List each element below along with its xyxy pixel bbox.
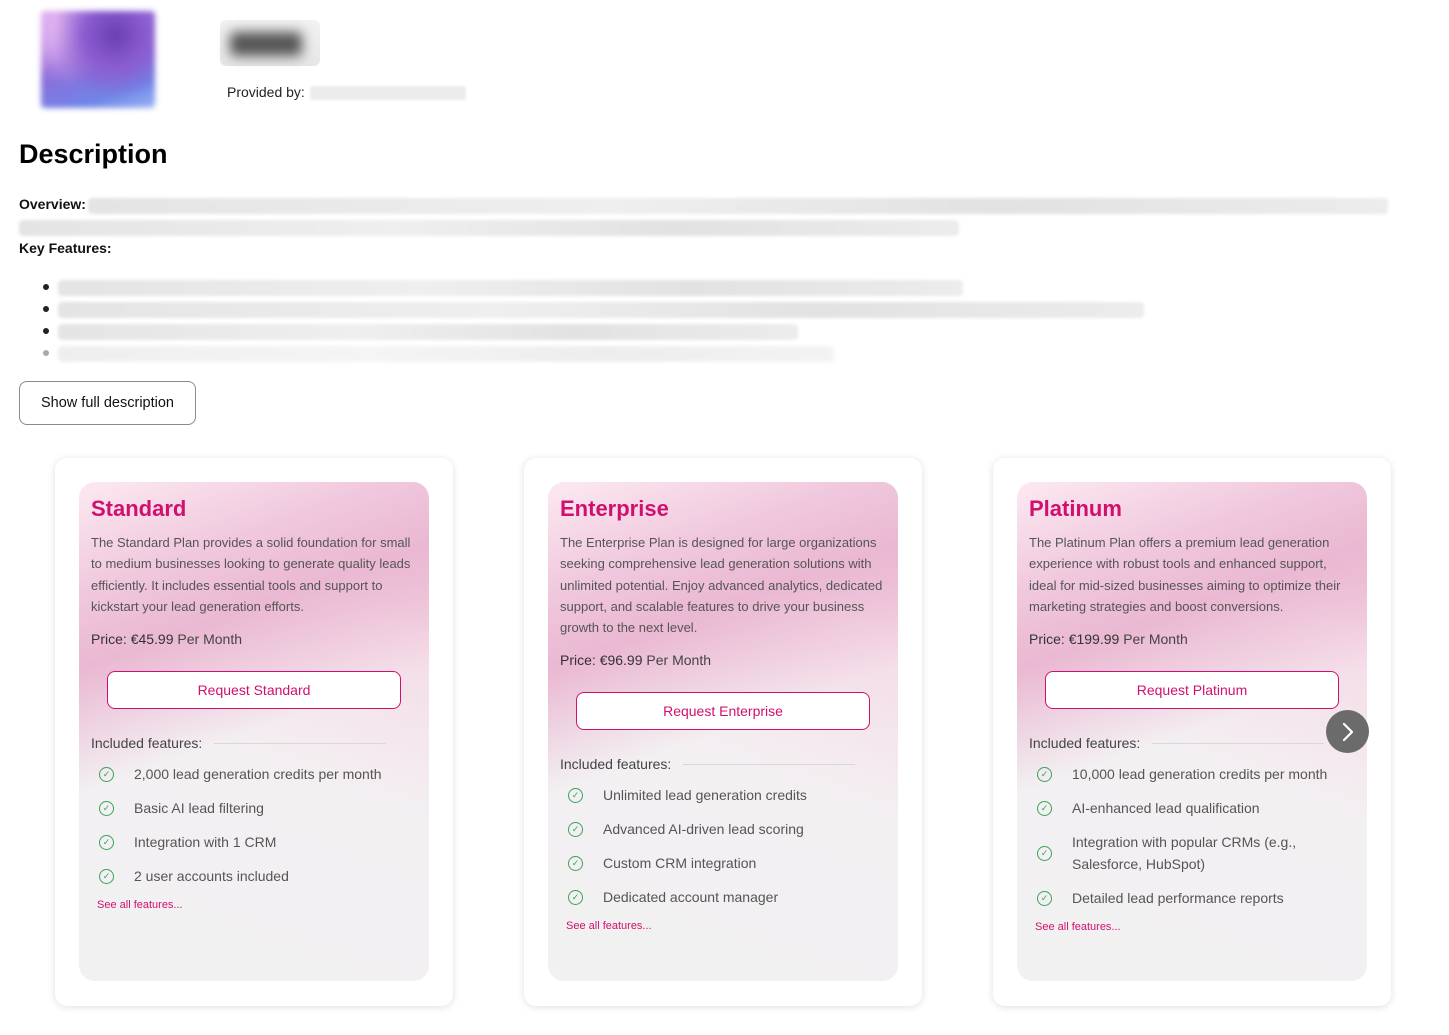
included-features-header: Included features: [1029, 735, 1355, 751]
plan-description: The Platinum Plan offers a premium lead … [1029, 535, 1341, 614]
key-feature-redacted [58, 346, 834, 362]
feature-item: ✓ 2,000 lead generation credits per month [91, 763, 417, 785]
feature-item: ✓ Basic AI lead filtering [91, 797, 417, 819]
plan-price: Price: €199.99 Per Month [1029, 631, 1355, 647]
key-feature-redacted [58, 302, 1144, 318]
feature-text: 10,000 lead generation credits per month [1072, 766, 1328, 783]
feature-text: Advanced AI-driven lead scoring [603, 821, 804, 838]
price-period: Per Month [646, 652, 711, 669]
feature-text: Detailed lead performance reports [1072, 890, 1284, 907]
request-standard-button[interactable]: Request Standard [107, 671, 401, 710]
divider [683, 763, 856, 765]
plan-name: Enterprise [560, 496, 669, 521]
plan-price: Price: €96.99 Per Month [560, 652, 886, 668]
feature-item: ✓ Custom CRM integration [560, 852, 886, 874]
feature-item: ✓ Detailed lead performance reports [1029, 887, 1355, 909]
plan-description: The Enterprise Plan is designed for larg… [560, 535, 883, 636]
show-full-description-button[interactable]: Show full description [19, 381, 196, 425]
plan-card-enterprise: Enterprise The Enterprise Plan is design… [524, 458, 922, 1006]
included-features-label: Included features: [560, 756, 672, 773]
check-circle-icon: ✓ [568, 787, 583, 803]
feature-text: 2 user accounts included [134, 868, 289, 885]
see-all-features-link[interactable]: See all features... [560, 920, 886, 932]
feature-item: ✓ Integration with 1 CRM [91, 831, 417, 853]
overview-text-redacted [88, 198, 1388, 214]
provider-name-redacted [310, 86, 466, 100]
feature-item: ✓ 10,000 lead generation credits per mont… [1029, 763, 1355, 785]
feature-text: Integration with 1 CRM [134, 834, 277, 851]
key-feature-redacted [58, 324, 798, 340]
check-circle-icon: ✓ [99, 766, 114, 782]
check-circle-icon: ✓ [99, 868, 114, 884]
plan-panel: Enterprise The Enterprise Plan is design… [548, 482, 898, 981]
plan-price: Price: €45.99 Per Month [91, 631, 417, 647]
feature-text: Basic AI lead filtering [134, 800, 264, 817]
overview-label: Overview: [19, 196, 86, 212]
feature-item: ✓ AI-enhanced lead qualification [1029, 797, 1355, 819]
price-label: Price: [1029, 631, 1065, 648]
feature-text: Dedicated account manager [603, 889, 779, 906]
feature-text: 2,000 lead generation credits per month [134, 766, 382, 783]
bullet [43, 350, 49, 356]
bullet [43, 306, 49, 312]
provided-by-label: Provided by: [227, 84, 305, 100]
check-circle-icon: ✓ [99, 834, 114, 850]
check-circle-icon: ✓ [1037, 845, 1052, 861]
feature-text: AI-enhanced lead qualification [1072, 800, 1260, 817]
bullet [43, 284, 49, 290]
price-period: Per Month [177, 631, 242, 648]
check-circle-icon: ✓ [1037, 890, 1052, 906]
feature-text: Custom CRM integration [603, 855, 757, 872]
feature-item: ✓ 2 user accounts included [91, 865, 417, 887]
price-label: Price: [91, 631, 127, 648]
plan-panel: Platinum The Platinum Plan offers a prem… [1017, 482, 1367, 981]
plan-description: The Standard Plan provides a solid found… [91, 535, 411, 614]
check-circle-icon: ✓ [1037, 800, 1052, 816]
product-logo [41, 11, 155, 108]
check-circle-icon: ✓ [568, 889, 583, 905]
price-period: Per Month [1123, 631, 1188, 648]
see-all-features-link[interactable]: See all features... [1029, 921, 1355, 933]
key-feature-redacted [58, 280, 963, 296]
check-circle-icon: ✓ [99, 800, 114, 816]
divider [214, 742, 387, 744]
divider [1152, 742, 1325, 744]
check-circle-icon: ✓ [568, 821, 583, 837]
check-circle-icon: ✓ [1037, 766, 1052, 782]
description-heading: Description [19, 139, 168, 169]
feature-text: Unlimited lead generation credits [603, 787, 807, 804]
included-features-label: Included features: [91, 735, 203, 752]
included-features-header: Included features: [91, 735, 417, 751]
bullet [43, 328, 49, 334]
plan-name: Platinum [1029, 496, 1122, 521]
plan-card-standard: Standard The Standard Plan provides a so… [55, 458, 453, 1006]
price-value: €45.99 [130, 631, 174, 648]
plan-name: Standard [91, 496, 187, 521]
chevron-right-glyph [1342, 722, 1353, 741]
check-circle-icon: ✓ [568, 855, 583, 871]
price-label: Price: [560, 652, 596, 669]
included-features-header: Included features: [560, 756, 886, 772]
feature-text: Integration with popular CRMs (e.g., Sal… [1072, 834, 1297, 873]
feature-item: ✓ Integration with popular CRMs (e.g., Sa… [1029, 831, 1355, 875]
chevron-right-icon[interactable] [1326, 710, 1369, 753]
price-value: €199.99 [1068, 631, 1120, 648]
feature-item: ✓ Advanced AI-driven lead scoring [560, 818, 886, 840]
overview-text-redacted [19, 220, 959, 236]
feature-item: ✓ Dedicated account manager [560, 886, 886, 908]
included-features-label: Included features: [1029, 735, 1141, 752]
feature-item: ✓ Unlimited lead generation credits [560, 784, 886, 806]
see-all-features-link[interactable]: See all features... [91, 899, 417, 911]
request-platinum-button[interactable]: Request Platinum [1045, 671, 1339, 710]
key-features-label: Key Features: [19, 240, 112, 256]
plan-panel: Standard The Standard Plan provides a so… [79, 482, 429, 981]
price-value: €96.99 [599, 652, 643, 669]
product-title-redacted [220, 20, 320, 66]
request-enterprise-button[interactable]: Request Enterprise [576, 692, 870, 731]
